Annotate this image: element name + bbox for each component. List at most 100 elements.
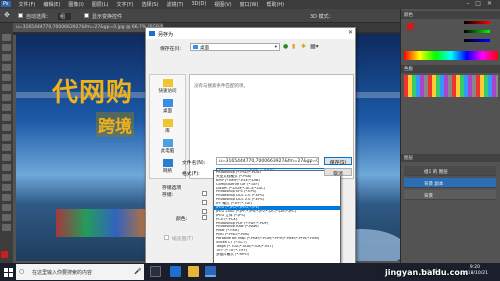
task-view-icon[interactable]: [150, 266, 161, 277]
red-slider[interactable]: [464, 21, 490, 24]
place-network[interactable]: 网络: [150, 159, 185, 174]
move-tool-icon[interactable]: ✥: [4, 11, 10, 19]
pen-tool-icon[interactable]: [2, 174, 11, 181]
show-transform-checkbox[interactable]: [84, 13, 89, 18]
menu-layer[interactable]: 图层(L): [92, 1, 109, 8]
annotations-checkbox[interactable]: [202, 200, 207, 205]
thumbnail-checkbox[interactable]: [164, 235, 169, 240]
artwork-title: 代网购: [52, 78, 134, 108]
places-bar: 快速访问 桌面 库 此电脑 网络: [149, 74, 186, 179]
green-slider[interactable]: [464, 30, 490, 33]
microphone-icon[interactable]: 🎤: [134, 268, 141, 275]
menu-window[interactable]: 窗口(W): [240, 1, 259, 8]
star-icon: [162, 79, 173, 87]
layer-group-row[interactable]: 组1 的 图层: [404, 166, 496, 176]
move-tool-icon[interactable]: [2, 34, 11, 41]
auto-select-checkbox[interactable]: [18, 13, 23, 18]
menu-edit[interactable]: 编辑(E): [43, 1, 60, 8]
view-menu-icon[interactable]: ▦▾: [310, 43, 319, 50]
menu-select[interactable]: 选择(S): [141, 1, 158, 8]
layers-panel-tab[interactable]: 图层: [401, 154, 500, 162]
auto-select-dropdown[interactable]: 组: [58, 13, 72, 20]
zoom-tool-icon[interactable]: [2, 224, 11, 231]
windows-start-icon[interactable]: [0, 263, 15, 281]
filename-input[interactable]: u=3165444770,7000663927&fm=27&gp=0: [216, 157, 319, 165]
layer-name: 背景 副本: [424, 182, 444, 187]
swatch-grid[interactable]: [404, 75, 498, 97]
alpha-channels-checkbox[interactable]: [202, 209, 207, 214]
stamp-tool-icon[interactable]: [2, 114, 11, 121]
edge-browser-icon[interactable]: [170, 266, 181, 277]
file-explorer-icon[interactable]: [188, 266, 199, 277]
document-tab[interactable]: u=3165444770,7000663927&fm=27&gp=0.jpg @…: [13, 23, 163, 32]
place-desktop[interactable]: 桌面: [150, 99, 185, 114]
window-controls[interactable]: –□✕: [466, 0, 498, 7]
artwork-subtitle: 跨境: [96, 112, 134, 137]
path-select-tool-icon[interactable]: [2, 194, 11, 201]
crop-tool-icon[interactable]: [2, 74, 11, 81]
eyedropper-tool-icon[interactable]: [2, 84, 11, 91]
color-label: 颜色:: [176, 217, 188, 222]
layer-row[interactable]: 背景 副本: [404, 178, 496, 188]
format-label: 格式(F):: [182, 172, 200, 177]
type-tool-icon[interactable]: [2, 184, 11, 191]
menu-filter[interactable]: 滤镜(T): [167, 1, 184, 8]
foreground-color-swatch[interactable]: [1, 251, 8, 258]
close-icon[interactable]: ✕: [348, 29, 353, 36]
right-panel-dock: 颜色 色板 图层: [400, 9, 500, 263]
save-in-value: 桌面: [200, 46, 209, 51]
place-library[interactable]: 库: [150, 119, 185, 134]
layer-row[interactable]: 背景: [404, 190, 496, 200]
lasso-tool-icon[interactable]: [2, 54, 11, 61]
back-icon[interactable]: ●: [283, 43, 288, 50]
menu-type[interactable]: 文字(Y): [116, 1, 133, 8]
hand-tool-icon[interactable]: [2, 214, 11, 221]
format-dropdown-list[interactable]: Photoshop (*.PSD;*.PDD) 大型文档格式 (*.PSB) BMP…: [213, 170, 341, 264]
marquee-tool-icon[interactable]: [2, 44, 11, 51]
watermark: jingyan.baidu.com: [385, 268, 469, 277]
menu-view[interactable]: 视图(V): [214, 1, 231, 8]
dialog-title: 另存为: [158, 32, 174, 38]
shape-tool-icon[interactable]: [2, 204, 11, 211]
menu-file[interactable]: 文件(F): [19, 1, 36, 8]
panel-foreground-swatch[interactable]: [407, 23, 414, 30]
save-button[interactable]: 保存(S): [324, 157, 352, 166]
filename-label: 文件名(N):: [182, 161, 206, 166]
thumbnail-label: 缩览图(T): [172, 237, 194, 242]
cancel-button[interactable]: 取消: [324, 168, 352, 177]
store-as-copy-checkbox[interactable]: [202, 191, 207, 196]
history-brush-tool-icon[interactable]: [2, 124, 11, 131]
photoshop-taskbar-icon[interactable]: [205, 266, 216, 277]
taskbar-search-input[interactable]: 在这里输入你要搜索的内容: [16, 264, 144, 280]
menu-help[interactable]: 帮助(H): [266, 1, 284, 8]
format-option[interactable]: 多图片格式 (*.MPO): [214, 253, 340, 257]
blue-slider[interactable]: [464, 39, 490, 42]
search-icon: ○: [19, 268, 25, 275]
up-folder-icon[interactable]: ▮: [292, 43, 295, 50]
use-proof-setup-checkbox[interactable]: [202, 215, 207, 220]
new-folder-icon[interactable]: ✱: [301, 43, 306, 50]
place-quick-access[interactable]: 快速访问: [150, 79, 185, 94]
brush-tool-icon[interactable]: [2, 104, 11, 111]
color-panel-tab[interactable]: 颜色: [401, 11, 500, 19]
place-this-pc[interactable]: 此电脑: [150, 139, 185, 154]
computer-icon: [162, 139, 173, 147]
save-options-label: 存储选项: [162, 186, 182, 191]
menu-3d[interactable]: 3D(D): [191, 1, 206, 7]
eraser-tool-icon[interactable]: [2, 134, 11, 141]
quick-select-tool-icon[interactable]: [2, 64, 11, 71]
menubar: Ps 文件(F) 编辑(E) 图像(I) 图层(L) 文字(Y) 选择(S) 滤…: [0, 0, 500, 9]
swatches-panel-tab[interactable]: 色板: [401, 65, 500, 73]
store-label: 存储:: [162, 193, 174, 198]
color-spectrum[interactable]: [404, 51, 498, 60]
save-in-select[interactable]: 桌面 ▾: [190, 43, 280, 51]
network-icon: [162, 159, 173, 167]
ps-logo-icon[interactable]: Ps: [1, 1, 11, 7]
blur-tool-icon[interactable]: [2, 154, 11, 161]
gradient-tool-icon[interactable]: [2, 144, 11, 151]
show-transform-label: 显示变换控件: [92, 14, 123, 20]
menu-image[interactable]: 图像(I): [68, 1, 83, 8]
desktop-icon: [193, 45, 198, 49]
dodge-tool-icon[interactable]: [2, 164, 11, 171]
healing-tool-icon[interactable]: [2, 94, 11, 101]
